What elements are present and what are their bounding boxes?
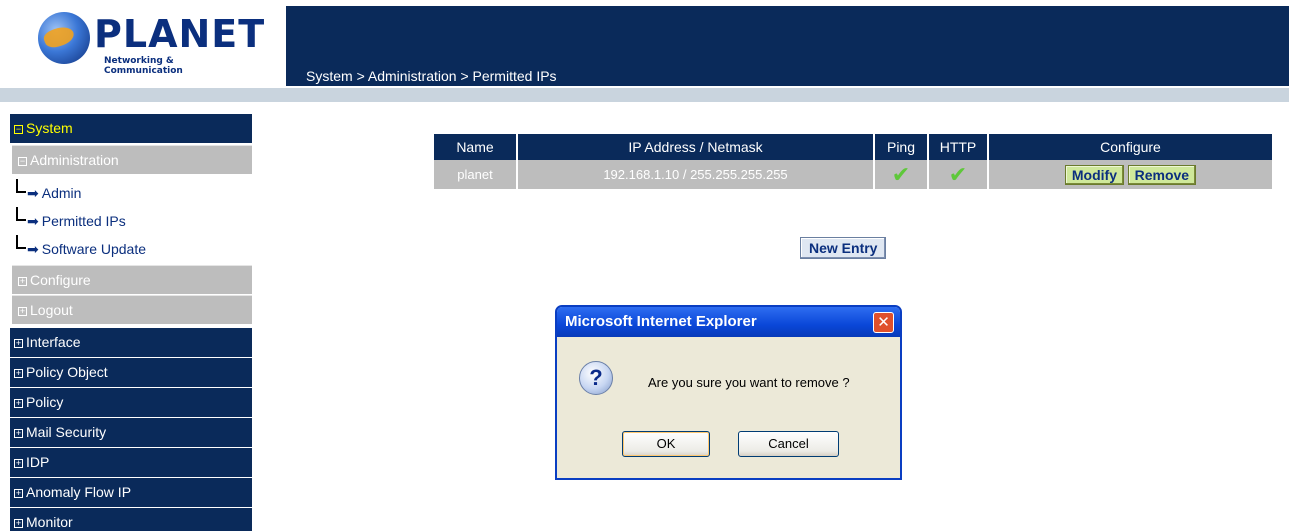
sidebar-item-policy-object[interactable]: + Policy Object xyxy=(10,358,252,387)
new-entry-button[interactable]: New Entry xyxy=(800,237,887,259)
sidebar-item-system[interactable]: − System xyxy=(10,114,252,143)
remove-button[interactable]: Remove xyxy=(1127,164,1197,185)
expand-icon: + xyxy=(14,368,23,378)
sidebar-item-admin[interactable]: ➡ Admin xyxy=(16,179,81,205)
header-divider xyxy=(0,88,1289,102)
breadcrumb: System > Administration > Permitted IPs xyxy=(306,68,557,84)
expand-icon: + xyxy=(14,458,23,468)
column-header-configure: Configure xyxy=(989,134,1272,160)
logo-area: PLANET Networking & Communication xyxy=(0,0,272,86)
expand-icon: + xyxy=(18,306,27,316)
dialog-title[interactable]: Microsoft Internet Explorer xyxy=(557,307,900,337)
arrow-right-icon: ➡ xyxy=(27,241,39,257)
globe-icon xyxy=(38,12,90,64)
sidebar-item-monitor[interactable]: + Monitor xyxy=(10,508,252,531)
column-header-http: HTTP xyxy=(929,134,987,160)
sidebar-item-mail-security[interactable]: + Mail Security xyxy=(10,418,252,447)
cell-ip: 192.168.1.10 / 255.255.255.255 xyxy=(518,160,873,189)
dialog-message: Are you sure you want to remove ? xyxy=(648,375,850,390)
brand-name: PLANET xyxy=(94,12,266,56)
sidebar-item-anomaly-flow-ip[interactable]: + Anomaly Flow IP xyxy=(10,478,252,507)
expand-icon: + xyxy=(14,428,23,438)
sidebar-item-software-update[interactable]: ➡ Software Update xyxy=(16,235,146,261)
sidebar-item-administration[interactable]: − Administration xyxy=(12,145,252,174)
expand-icon: + xyxy=(14,338,23,348)
collapse-icon: − xyxy=(14,124,23,134)
brand-tagline: Networking & Communication xyxy=(104,56,183,76)
collapse-icon: − xyxy=(18,156,27,166)
arrow-right-icon: ➡ xyxy=(27,185,39,201)
sidebar-item-configure[interactable]: + Configure xyxy=(12,265,252,294)
checkmark-icon: ✔ xyxy=(891,161,911,187)
expand-icon: + xyxy=(18,276,27,286)
close-icon[interactable]: ✕ xyxy=(873,312,894,333)
cell-name: planet xyxy=(434,160,516,189)
ok-button[interactable]: OK xyxy=(622,431,710,457)
confirm-dialog: Microsoft Internet Explorer ✕ ? Are you … xyxy=(555,305,902,480)
cell-ping: ✔ xyxy=(875,160,927,189)
arrow-right-icon: ➡ xyxy=(27,213,39,229)
tree-branch-icon xyxy=(16,235,26,249)
column-header-name: Name xyxy=(434,134,516,160)
sidebar-item-idp[interactable]: + IDP xyxy=(10,448,252,477)
cell-http: ✔ xyxy=(929,160,987,189)
tree-branch-icon xyxy=(16,179,26,193)
expand-icon: + xyxy=(14,488,23,498)
table-header-row: Name IP Address / Netmask Ping HTTP Conf… xyxy=(434,134,1272,160)
sidebar-item-permitted-ips[interactable]: ➡ Permitted IPs xyxy=(16,207,126,233)
checkmark-icon: ✔ xyxy=(948,161,968,187)
column-header-ping: Ping xyxy=(875,134,927,160)
cell-configure: Modify Remove xyxy=(989,160,1272,189)
sidebar-item-policy[interactable]: + Policy xyxy=(10,388,252,417)
expand-icon: + xyxy=(14,518,23,528)
expand-icon: + xyxy=(14,398,23,408)
cancel-button[interactable]: Cancel xyxy=(738,431,839,457)
sidebar-item-interface[interactable]: + Interface xyxy=(10,328,252,357)
planet-logo: PLANET Networking & Communication xyxy=(38,12,264,76)
table-row: planet 192.168.1.10 / 255.255.255.255 ✔ … xyxy=(434,160,1272,189)
column-header-ip: IP Address / Netmask xyxy=(518,134,873,160)
question-icon: ? xyxy=(579,361,613,395)
sidebar-item-logout[interactable]: + Logout xyxy=(12,295,252,324)
permitted-ips-table: Name IP Address / Netmask Ping HTTP Conf… xyxy=(432,134,1274,189)
tree-branch-icon xyxy=(16,207,26,221)
modify-button[interactable]: Modify xyxy=(1064,164,1124,185)
